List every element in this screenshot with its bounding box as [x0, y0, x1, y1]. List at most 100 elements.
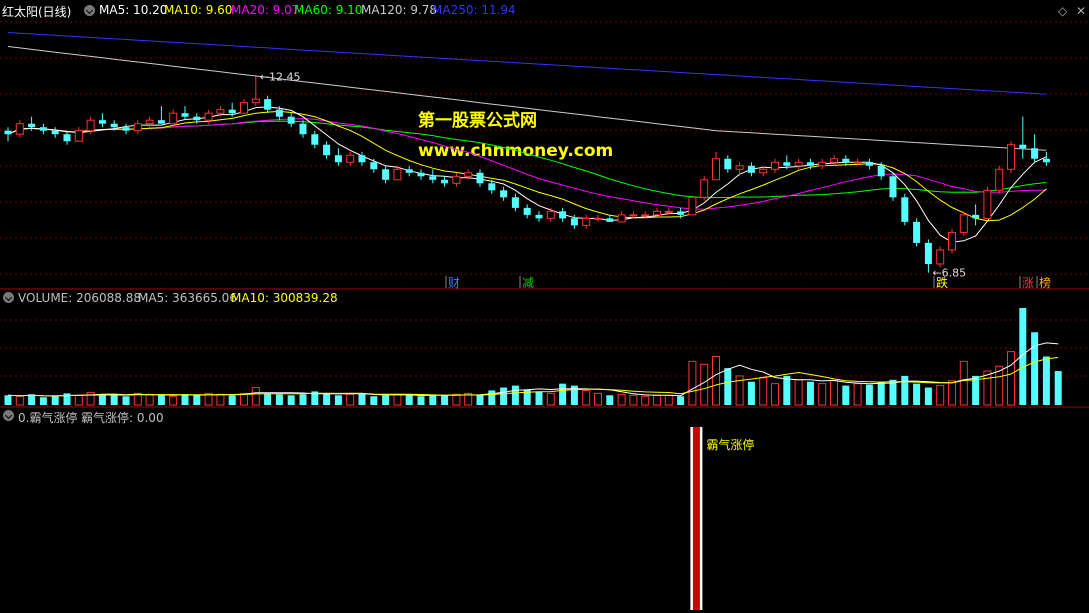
volume-bar: [382, 395, 390, 405]
volume-bar: [417, 396, 425, 405]
volume-bar: [15, 395, 24, 406]
high-price-label: ←12.45: [260, 70, 301, 83]
volume-bar: [865, 384, 873, 405]
candle-body: [417, 172, 425, 177]
ma250-line: [7, 32, 1047, 95]
signal-bars: 霸气涨停: [690, 427, 754, 610]
volume-bar: [948, 380, 956, 406]
volume-bar: [783, 375, 791, 405]
candle-body: [842, 158, 850, 163]
candle-body: [334, 155, 342, 163]
candle-body: [4, 130, 12, 135]
volume-bar: [641, 395, 650, 406]
candle-body: [169, 112, 178, 125]
volume-bars: [4, 308, 1062, 406]
candle-body: [346, 154, 355, 163]
volume-bar: [287, 395, 295, 405]
volume-ma10-line: [7, 357, 1059, 397]
candle-body: [700, 179, 709, 198]
volume-bar: [617, 393, 626, 406]
event-marker-1: 减: [522, 276, 534, 290]
candle-body: [382, 169, 390, 180]
candle-body: [677, 211, 685, 215]
candle-body: [594, 217, 602, 220]
candle-body: [712, 158, 720, 181]
candle-body: [358, 155, 366, 163]
candle-body: [275, 109, 283, 117]
candle-body: [311, 134, 319, 145]
volume-bar: [546, 392, 555, 406]
candle-body: [877, 165, 885, 177]
candle-body: [735, 165, 744, 170]
candle-body: [429, 176, 437, 180]
event-marker-3: 涨: [1022, 275, 1034, 290]
candle-body: [51, 130, 59, 135]
volume-bar: [853, 383, 862, 406]
volume-bar: [193, 395, 201, 405]
volume-bar: [441, 395, 449, 405]
volume-bar: [794, 379, 803, 406]
candle-body: [972, 214, 980, 219]
volume-bar: [51, 396, 59, 405]
candle-body: [653, 210, 661, 216]
candle-body: [606, 218, 614, 222]
volume-bar: [664, 394, 673, 406]
event-marker-2: 跌: [936, 275, 948, 290]
grid-lines: [0, 21, 1089, 408]
candle-body: [488, 183, 496, 191]
volume-bar: [358, 393, 366, 405]
volume-bar: [806, 381, 814, 405]
volume-bar: [39, 397, 47, 405]
candle-body: [641, 214, 650, 217]
candle-body: [924, 242, 932, 264]
candle-body: [193, 116, 201, 121]
candle-body: [818, 161, 827, 167]
candle-body: [617, 214, 626, 223]
candle-body: [865, 162, 873, 166]
volume-bar: [830, 380, 838, 406]
candle-body: [995, 168, 1004, 191]
candle-body: [747, 165, 755, 173]
candle-body: [559, 211, 567, 219]
candle-body: [948, 231, 956, 251]
volume-bar: [169, 395, 178, 406]
volume-bar: [913, 383, 921, 405]
volume-bar: [28, 394, 36, 405]
candle-body: [511, 197, 519, 208]
candle-body: [535, 214, 543, 219]
candle-body: [901, 197, 909, 222]
candle-body: [63, 134, 71, 142]
volume-bar: [936, 385, 945, 406]
volume-bar: [122, 396, 130, 405]
candle-body: [74, 130, 83, 142]
candle-body: [1031, 148, 1039, 159]
candle-body: [476, 172, 484, 184]
candle-body: [216, 109, 225, 114]
candle-body: [889, 176, 897, 198]
candle-body: [323, 144, 331, 156]
candle-body: [240, 102, 248, 114]
volume-bar: [488, 390, 496, 405]
volume-bar: [712, 356, 720, 406]
stock-chart[interactable]: ←12.45←6.85财减跌涨榜 霸气涨停: [0, 0, 1089, 613]
candle-body: [1007, 144, 1015, 170]
candle-body: [913, 221, 921, 243]
volume-bar: [405, 395, 413, 405]
candle-body: [830, 158, 838, 163]
volume-bar: [877, 381, 885, 405]
candle-body: [15, 123, 24, 135]
volume-bar: [677, 396, 685, 405]
candle-body: [783, 162, 791, 166]
volume-bar: [452, 393, 461, 406]
volume-bar: [1042, 356, 1050, 405]
candle-body: [570, 218, 578, 226]
candle-body: [582, 217, 591, 226]
candle-body: [122, 127, 130, 131]
candle-body: [251, 98, 260, 104]
candle-body: [98, 120, 106, 124]
ma120-line: [7, 46, 1047, 151]
candle-body: [523, 207, 531, 215]
volume-ma5-line: [7, 342, 1059, 397]
volume-bar: [924, 387, 932, 405]
volume-bar: [724, 368, 732, 405]
